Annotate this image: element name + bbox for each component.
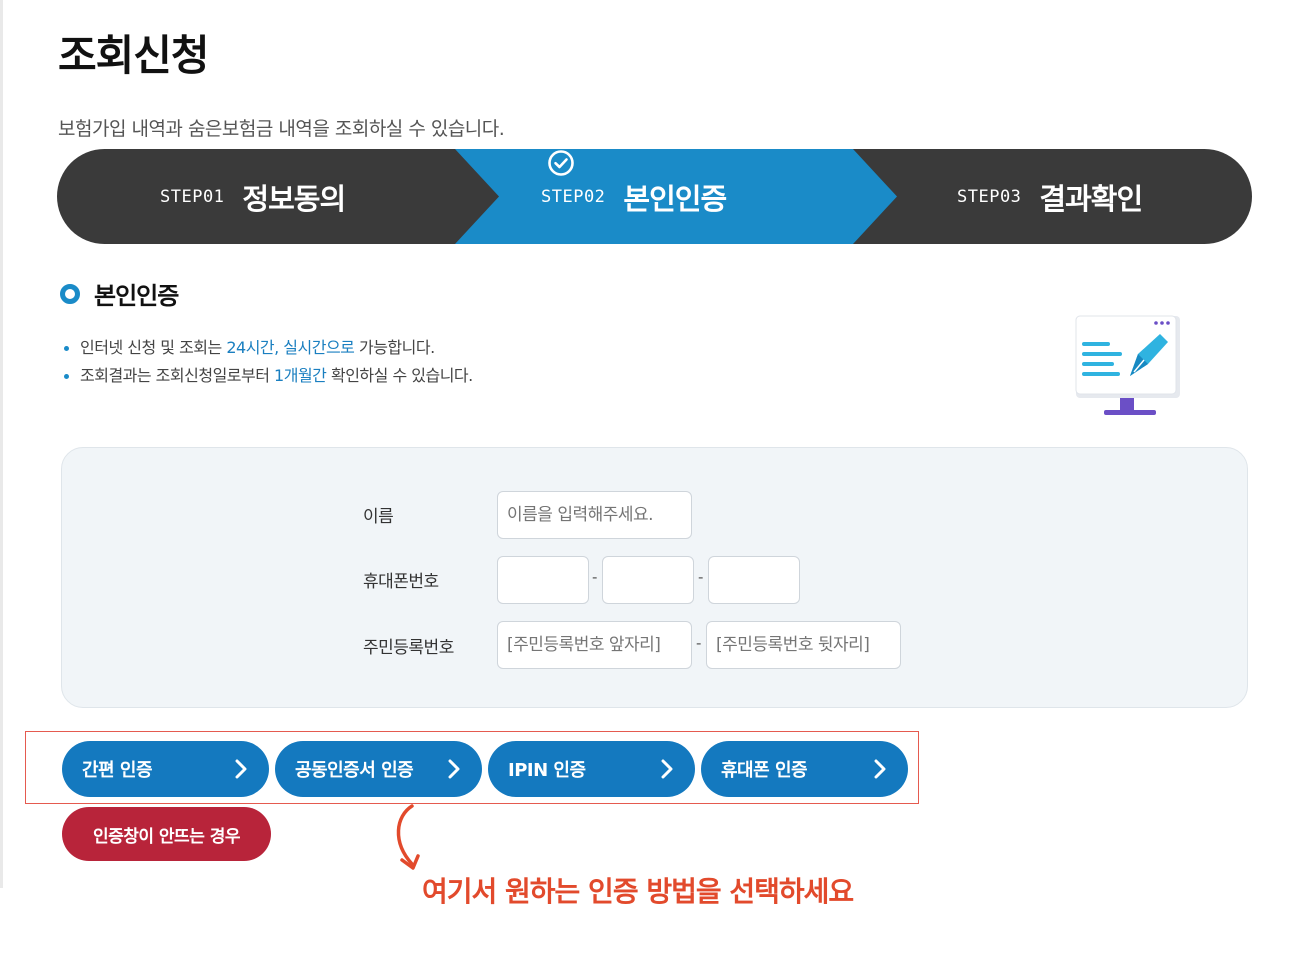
annotation-text: 여기서 원하는 인증 방법을 선택하세요 [422,875,854,908]
step-1: STEP01 정보동의 [160,149,346,244]
step-3-number: STEP03 [957,186,1022,207]
chevron-right-icon [874,759,886,779]
section-heading: 본인인증 [60,276,179,311]
chevron-right-icon [448,759,460,779]
curved-arrow-icon [396,804,420,870]
check-circle-icon [548,150,574,176]
step-progress-bar: STEP01 정보동의 STEP02 본인인증 STEP03 결과확인 [57,149,1252,244]
rrn-back-input[interactable] [706,621,901,669]
rrn-label: 주민등록번호 [363,638,454,658]
simple-auth-button[interactable]: 간편 인증 [62,741,269,797]
section-title: 본인인증 [94,282,179,310]
rrn-front-input[interactable] [497,621,692,669]
notice-item: 인터넷 신청 및 조회는 24시간, 실시간으로 가능합니다. [64,334,473,362]
phone-input-1[interactable] [497,556,589,604]
phone-separator: - [698,568,704,586]
joint-certificate-auth-button[interactable]: 공동인증서 인증 [275,741,482,797]
phone-auth-button[interactable]: 휴대폰 인증 [701,741,908,797]
name-label: 이름 [363,507,394,527]
page-description: 보험가입 내역과 숨은보험금 내역을 조회하실 수 있습니다. [58,118,505,140]
step-3: STEP03 결과확인 [957,149,1143,244]
phone-input-2[interactable] [602,556,694,604]
phone-separator: - [592,568,598,586]
step-2-name: 본인인증 [623,181,727,216]
rrn-separator: - [696,634,702,652]
ipin-auth-button[interactable]: IPIN 인증 [488,741,695,797]
step-3-name: 결과확인 [1039,181,1143,216]
step-1-name: 정보동의 [242,181,346,216]
phone-input-3[interactable] [708,556,800,604]
step-2-number: STEP02 [541,186,606,207]
phone-label: 휴대폰번호 [363,572,439,592]
notice-item: 조회결과는 조회신청일로부터 1개월간 확인하실 수 있습니다. [64,362,473,390]
step-2-active: STEP02 본인인증 [541,149,727,244]
ring-icon [60,283,80,304]
chevron-right-icon [235,759,247,779]
left-border [0,0,3,888]
auth-window-not-opening-button[interactable]: 인증창이 안뜨는 경우 [62,807,271,861]
notice-list: 인터넷 신청 및 조회는 24시간, 실시간으로 가능합니다. 조회결과는 조회… [64,334,473,390]
page-title: 조회신청 [58,31,210,80]
monitor-pen-icon [1075,315,1180,415]
name-input[interactable] [497,491,692,539]
chevron-right-icon [661,759,673,779]
step-1-number: STEP01 [160,186,225,207]
